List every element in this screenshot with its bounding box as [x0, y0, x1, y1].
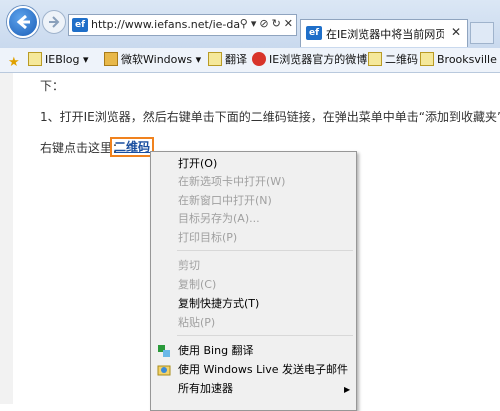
favorites-bar: ★ IEBlog ▾ 微软Windows ▾ 翻译 IE浏览器官方的微博 二维码…	[0, 48, 500, 73]
chevron-down-icon: ▾	[195, 53, 202, 66]
new-tab-button[interactable]	[470, 22, 494, 44]
compat-view-icon[interactable]: ⊘	[259, 17, 268, 30]
address-bar[interactable]: ef http://www.iefans.net/ie-dang ⚲ ▾ ⊘ ↻ ✕	[68, 14, 297, 36]
search-icon[interactable]: ⚲	[240, 17, 248, 30]
back-button[interactable]	[7, 6, 39, 38]
tab-active[interactable]: ef 在IE浏览器中将当前网页网… ✕	[300, 19, 468, 47]
close-icon[interactable]: ✕	[284, 17, 293, 30]
menu-item-copy-shortcut[interactable]: 复制快捷方式(T)	[178, 296, 259, 312]
menu-item-bing-translate[interactable]: 使用 Bing 翻译	[178, 343, 254, 359]
fav-item-brooksville[interactable]: Brooksville C	[420, 52, 500, 68]
tab-favicon-icon: ef	[306, 26, 322, 40]
menu-item-open-new-window[interactable]: 在新窗口中打开(N)	[178, 193, 272, 209]
menu-item-paste[interactable]: 粘贴(P)	[178, 315, 215, 331]
page-content: 下： 1、打开IE浏览器，然后右键单击下面的二维码链接，在弹出菜单中单击“添加到…	[0, 73, 500, 411]
menu-item-save-target[interactable]: 目标另存为(A)...	[178, 211, 260, 227]
address-url[interactable]: http://www.iefans.net/ie-dang	[91, 18, 241, 31]
chevron-down-icon: ▾	[83, 53, 89, 66]
context-menu: 打开(O) 在新选项卡中打开(W) 在新窗口中打开(N) 目标另存为(A)...…	[150, 151, 357, 411]
menu-item-all-accelerators[interactable]: 所有加速器	[178, 381, 233, 397]
tab-close-icon[interactable]: ✕	[451, 25, 461, 39]
menu-separator	[177, 335, 353, 336]
weibo-icon	[252, 52, 266, 66]
menu-item-open-new-tab[interactable]: 在新选项卡中打开(W)	[178, 174, 285, 190]
mail-icon	[157, 365, 171, 376]
menu-item-print-target[interactable]: 打印目标(P)	[178, 230, 237, 246]
tab-title: 在IE浏览器中将当前网页网…	[326, 28, 444, 41]
page-icon	[420, 52, 434, 66]
refresh-icon[interactable]: ↻	[272, 17, 281, 30]
ie-favicon-icon: ef	[72, 18, 88, 32]
dropdown-icon[interactable]: ▾	[251, 17, 257, 30]
menu-separator	[177, 250, 353, 251]
menu-item-windows-live-mail[interactable]: 使用 Windows Live 发送电子邮件	[178, 362, 348, 378]
page-icon	[368, 52, 382, 66]
page-icon	[28, 52, 42, 66]
menu-item-cut[interactable]: 剪切	[178, 258, 200, 274]
fav-item-windows[interactable]: 微软Windows ▾	[104, 52, 201, 68]
page-icon	[208, 52, 222, 66]
back-arrow-icon	[16, 14, 30, 30]
forward-arrow-icon	[49, 16, 60, 28]
fav-item-ieblog[interactable]: IEBlog ▾	[28, 52, 89, 68]
fav-item-weibo[interactable]: IE浏览器官方的微博	[252, 52, 367, 68]
translate-icon	[158, 345, 170, 357]
browser-titlebar: ef http://www.iefans.net/ie-dang ⚲ ▾ ⊘ ↻ ✕ e…	[0, 0, 500, 49]
fav-item-translate[interactable]: 翻译	[208, 52, 247, 68]
submenu-arrow-icon: ▶	[344, 385, 351, 394]
menu-item-open[interactable]: 打开(O)	[178, 156, 217, 172]
forward-button[interactable]	[42, 10, 66, 34]
favorites-star-icon[interactable]: ★	[8, 52, 25, 70]
menu-item-copy[interactable]: 复制(C)	[178, 277, 216, 293]
fav-item-qrcode[interactable]: 二维码	[368, 52, 418, 68]
folder-icon	[104, 52, 118, 66]
